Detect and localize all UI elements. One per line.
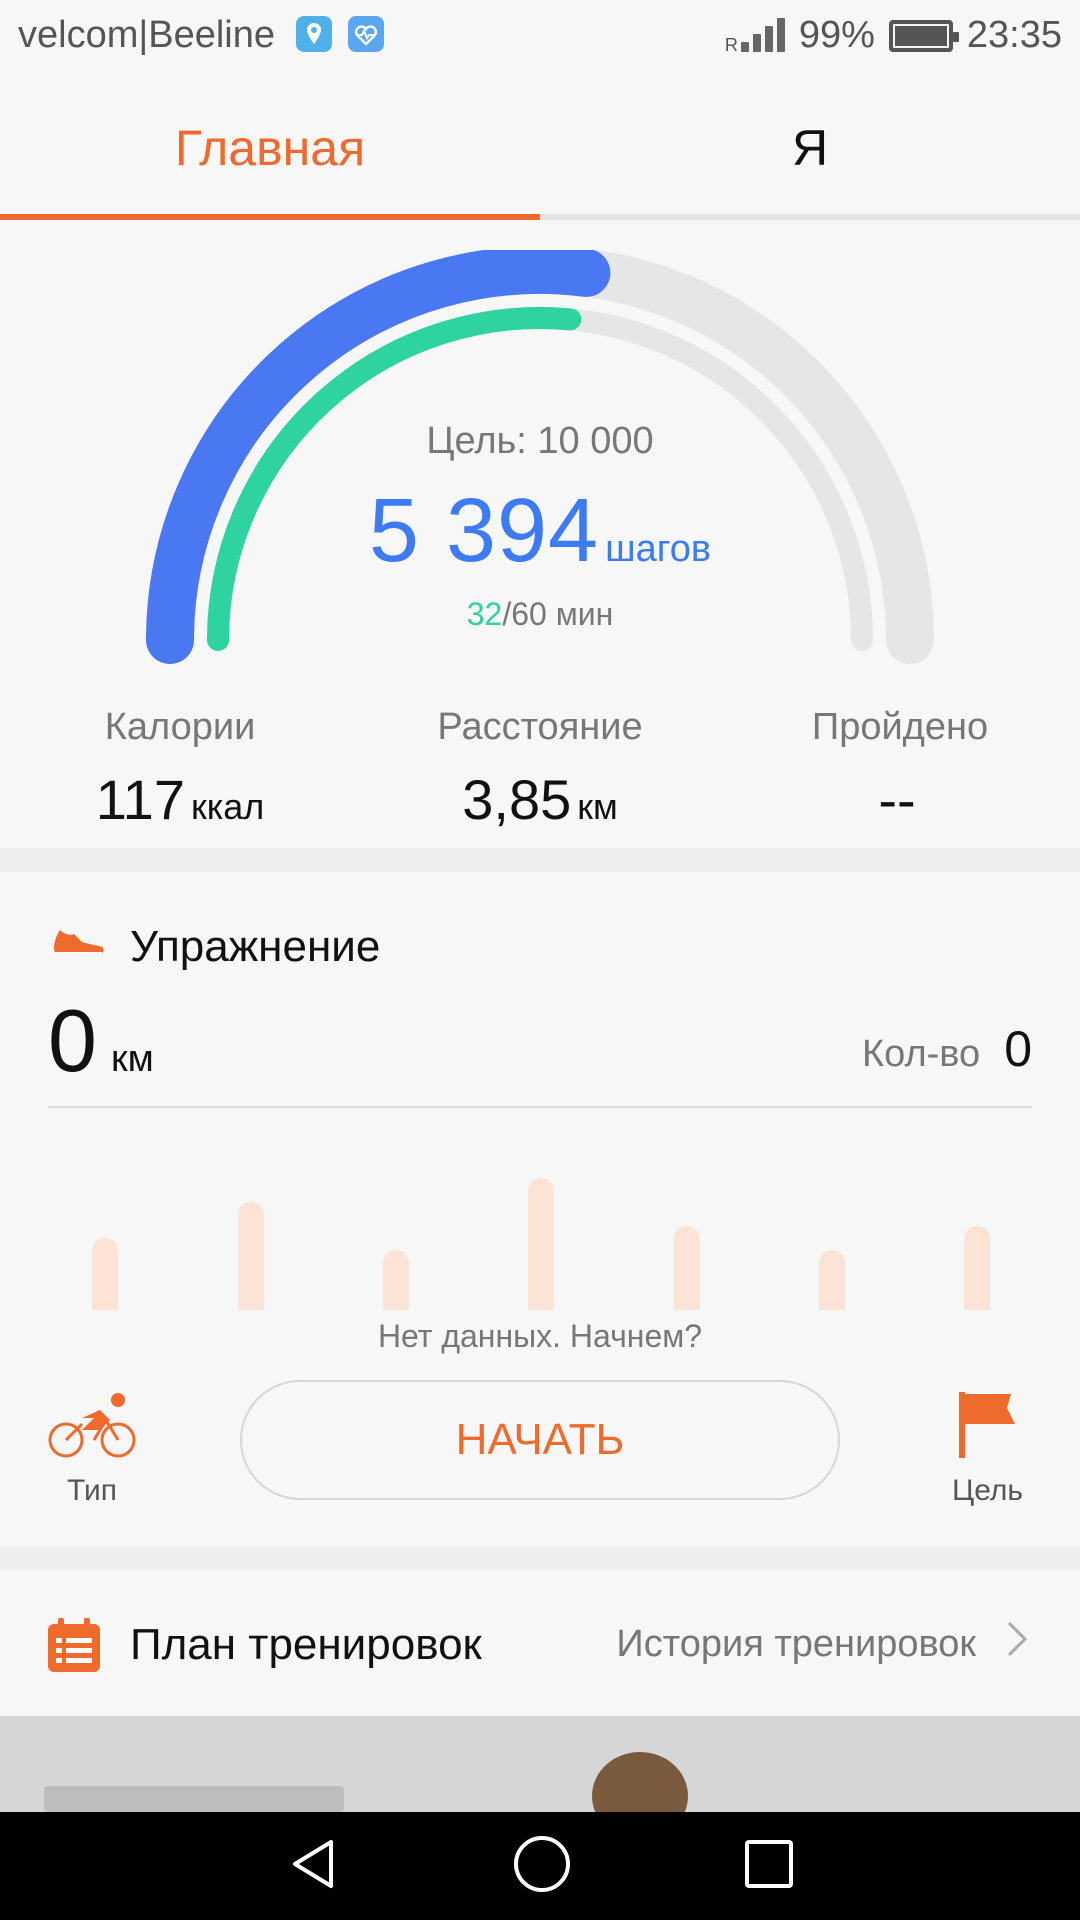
- calendar-icon: [46, 1618, 102, 1679]
- exercise-distance-value: 0: [48, 991, 97, 1090]
- stat-climbed: Пройдено --: [720, 706, 1080, 832]
- goal-button[interactable]: Цель: [952, 1390, 1023, 1508]
- banner-image: [0, 1716, 1080, 1812]
- location-app-icon: [296, 16, 332, 52]
- sneaker-icon: [50, 920, 106, 973]
- placeholder-bar: [674, 1226, 700, 1310]
- battery-icon: [888, 19, 959, 52]
- carrier-name: velcom|Beeline: [18, 14, 276, 56]
- exercise-count-value: 0: [1004, 1021, 1032, 1077]
- type-button[interactable]: Тип: [46, 1390, 138, 1508]
- system-navigation-bar: [0, 1812, 1080, 1920]
- daily-stats: Калории 117 ккал Расстояние 3,85 км Пройде…: [0, 706, 1080, 832]
- minutes-rest: /60 мин: [502, 596, 614, 632]
- divider-line: [48, 1106, 1032, 1108]
- stat-label: Расстояние: [437, 706, 643, 748]
- placeholder-bar: [383, 1250, 409, 1310]
- steps-count-block: 5 394 шагов: [0, 480, 1080, 583]
- stat-value: 3,85 км: [462, 768, 618, 831]
- bicycle-icon: [46, 1390, 138, 1468]
- placeholder-bar: [528, 1178, 554, 1310]
- minutes-done: 32: [466, 596, 503, 632]
- stat-value: 117 ккал: [95, 768, 265, 831]
- placeholder-bar: [819, 1250, 845, 1310]
- health-app-icon: [348, 16, 384, 52]
- exercise-count: Кол-во 0: [862, 1020, 1032, 1078]
- exercise-distance-unit: км: [110, 1038, 154, 1080]
- stat-label: Калории: [104, 706, 256, 748]
- exercise-header[interactable]: Упражнение: [50, 920, 380, 973]
- exercise-count-label: Кол-во: [862, 1033, 981, 1075]
- stat-value: --: [878, 768, 916, 831]
- stat-calories: Калории 117 ккал: [0, 706, 360, 832]
- steps-unit: шагов: [605, 528, 712, 570]
- type-label: Тип: [66, 1474, 117, 1507]
- placeholder-bar: [238, 1202, 264, 1310]
- section-divider: [0, 1546, 1080, 1570]
- recents-icon[interactable]: [743, 1838, 795, 1895]
- training-history-label: История тренировок: [616, 1622, 976, 1665]
- start-button[interactable]: НАЧАТЬ: [240, 1380, 840, 1500]
- steps-goal: Цель: 10 000: [426, 420, 654, 462]
- signal-icon: R: [725, 16, 785, 56]
- stat-distance: Расстояние 3,85 км: [360, 706, 720, 832]
- battery-percent: 99%: [798, 14, 875, 56]
- training-history-link[interactable]: История тренировок: [616, 1620, 1028, 1668]
- clock: 23:35: [966, 14, 1062, 56]
- goal-label: Цель: [952, 1474, 1024, 1507]
- exercise-distance: 0 км: [48, 990, 154, 1092]
- stat-label: Пройдено: [811, 706, 989, 748]
- placeholder-bar: [92, 1238, 118, 1310]
- home-icon[interactable]: [512, 1834, 572, 1899]
- chevron-right-icon: [1006, 1620, 1028, 1668]
- placeholder-bar: [964, 1226, 990, 1310]
- steps-count: 5 394: [368, 481, 600, 581]
- exercise-placeholder-bars: [48, 1160, 1032, 1310]
- status-bar: velcom|Beeline R 99% 23:35: [0, 0, 1080, 76]
- training-plan-row[interactable]: План тренировок История тренировок: [0, 1570, 1080, 1716]
- active-minutes: 32/60 мин: [0, 596, 1080, 633]
- tab-home[interactable]: Главная: [0, 76, 540, 220]
- promo-banner[interactable]: [0, 1716, 1080, 1812]
- back-icon[interactable]: [285, 1836, 341, 1897]
- section-divider: [0, 848, 1080, 872]
- exercise-title: Упражнение: [130, 921, 381, 971]
- tab-bar: Главная Я: [0, 76, 1080, 220]
- no-data-message: Нет данных. Начнем?: [377, 1318, 703, 1354]
- flag-icon: [953, 1390, 1023, 1468]
- training-plan-title: План тренировок: [130, 1620, 482, 1669]
- tab-me[interactable]: Я: [540, 76, 1080, 220]
